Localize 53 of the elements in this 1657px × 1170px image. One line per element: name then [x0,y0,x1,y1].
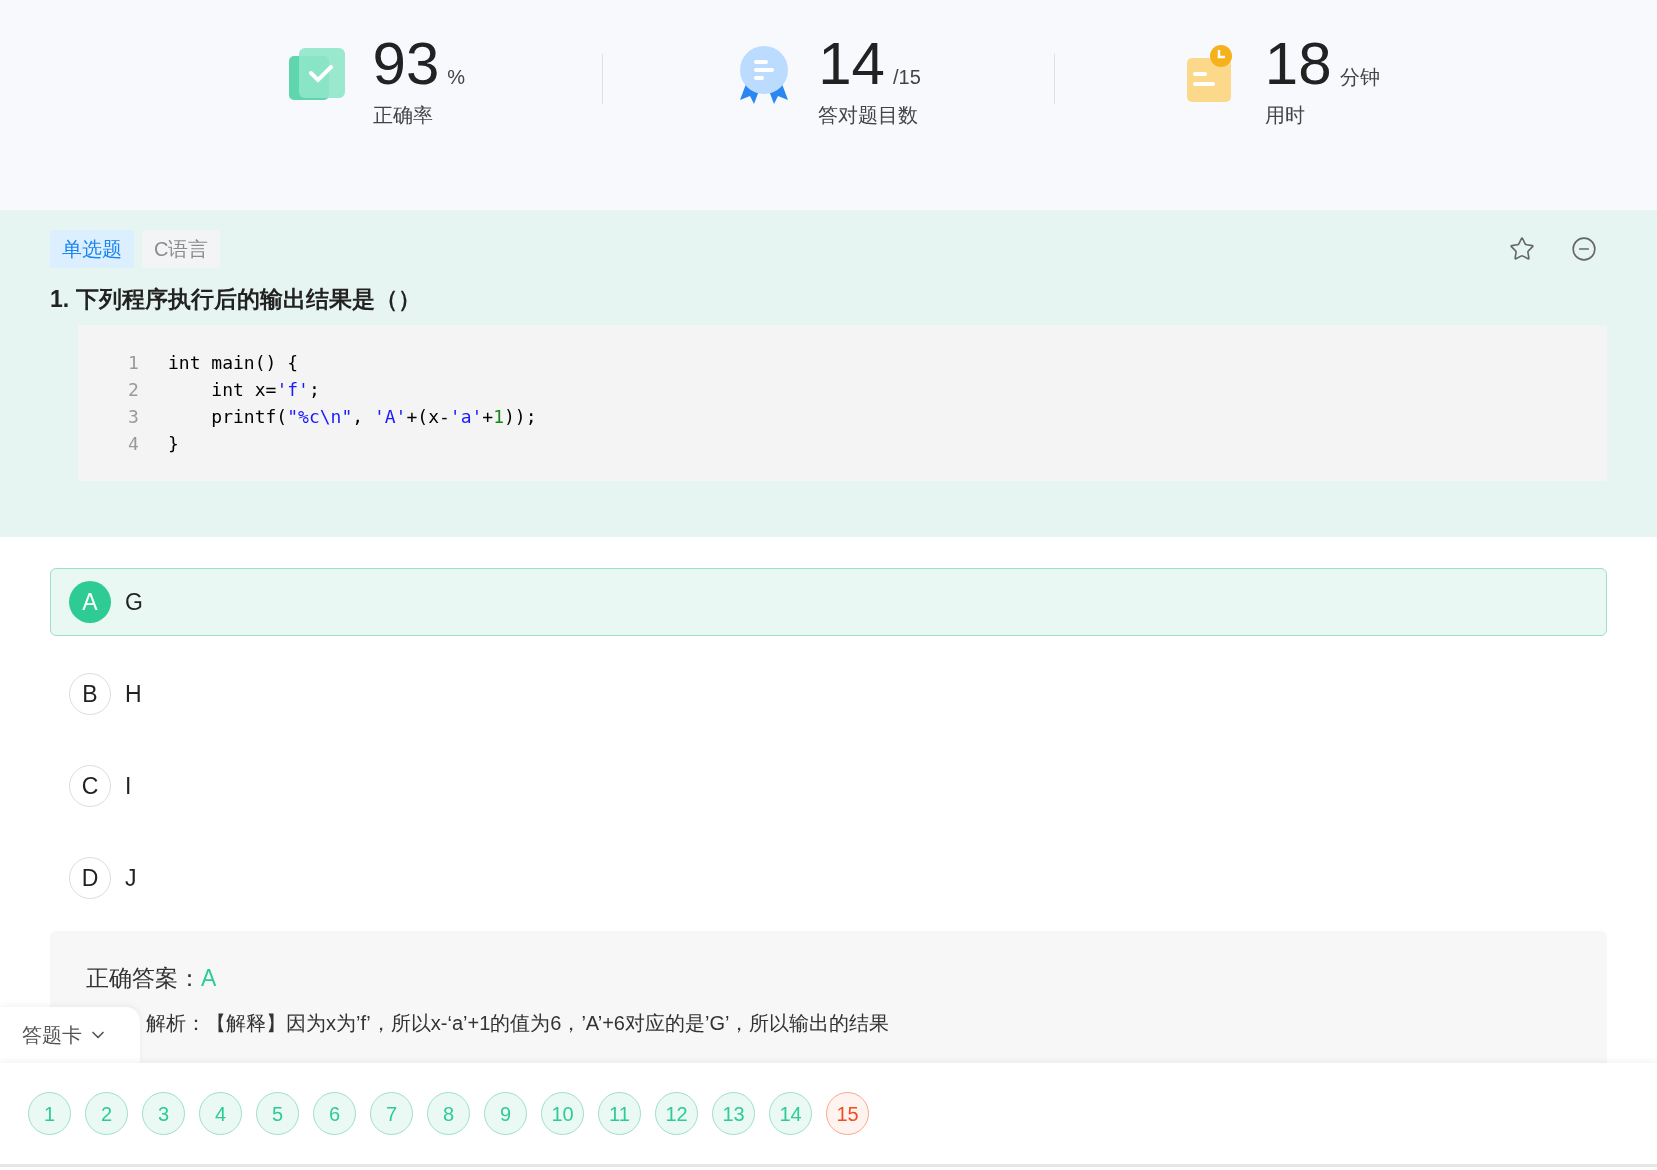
question-number[interactable]: 1 [28,1092,71,1135]
option-text: H [125,679,142,709]
option-letter: D [69,857,111,899]
question-title: 1. 下列程序执行后的输出结果是（） [50,285,422,314]
option-letter: A [69,581,111,623]
answer-label: 正确答案： [86,964,201,993]
stat-unit: 分钟 [1339,65,1380,90]
question-number[interactable]: 3 [142,1092,185,1135]
option-text: G [125,587,143,617]
code-line: } [168,431,179,456]
option-letter: B [69,673,111,715]
question-number[interactable]: 12 [655,1092,698,1135]
question-number[interactable]: 2 [85,1092,128,1135]
code-line: printf("%c\n", 'A'+(x-'a'+1)); [210,404,537,429]
stat-unit: % [447,65,466,90]
option-text: I [125,771,132,801]
code-line: int main() { [168,350,299,375]
stat-value: 14 [818,32,885,96]
question-tag: C语言 [142,230,221,268]
stat-value: 18 [1264,32,1332,96]
answer-option[interactable]: A G [50,568,1607,636]
code-line: int x='f'; [210,377,320,402]
answer-option[interactable]: C I [50,752,1607,820]
stat-value: 93 [372,32,440,96]
question-number[interactable]: 13 [712,1092,755,1135]
answer-option[interactable]: B H [50,660,1607,728]
stat-label: 用时 [1264,103,1306,128]
question-number[interactable]: 8 [427,1092,470,1135]
question-number[interactable]: 4 [199,1092,242,1135]
question-number[interactable]: 6 [313,1092,356,1135]
remove-icon[interactable] [1571,236,1597,262]
question-tag: 单选题 [50,230,134,268]
question-number[interactable]: 14 [769,1092,812,1135]
line-number: 2 [128,377,140,402]
line-number: 4 [128,431,140,456]
stat-label: 答对题目数 [818,103,920,128]
option-letter: C [69,765,111,807]
question-number[interactable]: 5 [256,1092,299,1135]
explanation-text: 解析：【解释】因为x为’f’，所以x-‘a’+1的值为6，’A’+6对应的是’G’，所以输出的结果 [146,1010,891,1036]
answer-option[interactable]: D J [50,844,1607,912]
question-number[interactable]: 11 [598,1092,641,1135]
question-number[interactable]: 15 [826,1092,869,1135]
stat-label: 正确率 [372,103,434,128]
favorite-star-icon[interactable] [1509,236,1535,262]
question-number[interactable]: 7 [370,1092,413,1135]
answer-value: A [201,964,217,993]
line-number: 3 [128,404,140,429]
option-text: J [125,863,137,893]
line-number: 1 [128,350,140,375]
answer-card-tab[interactable]: 答题卡 [0,1007,140,1063]
question-number[interactable]: 10 [541,1092,584,1135]
question-number[interactable]: 9 [484,1092,527,1135]
stat-unit: /15 [892,65,921,90]
